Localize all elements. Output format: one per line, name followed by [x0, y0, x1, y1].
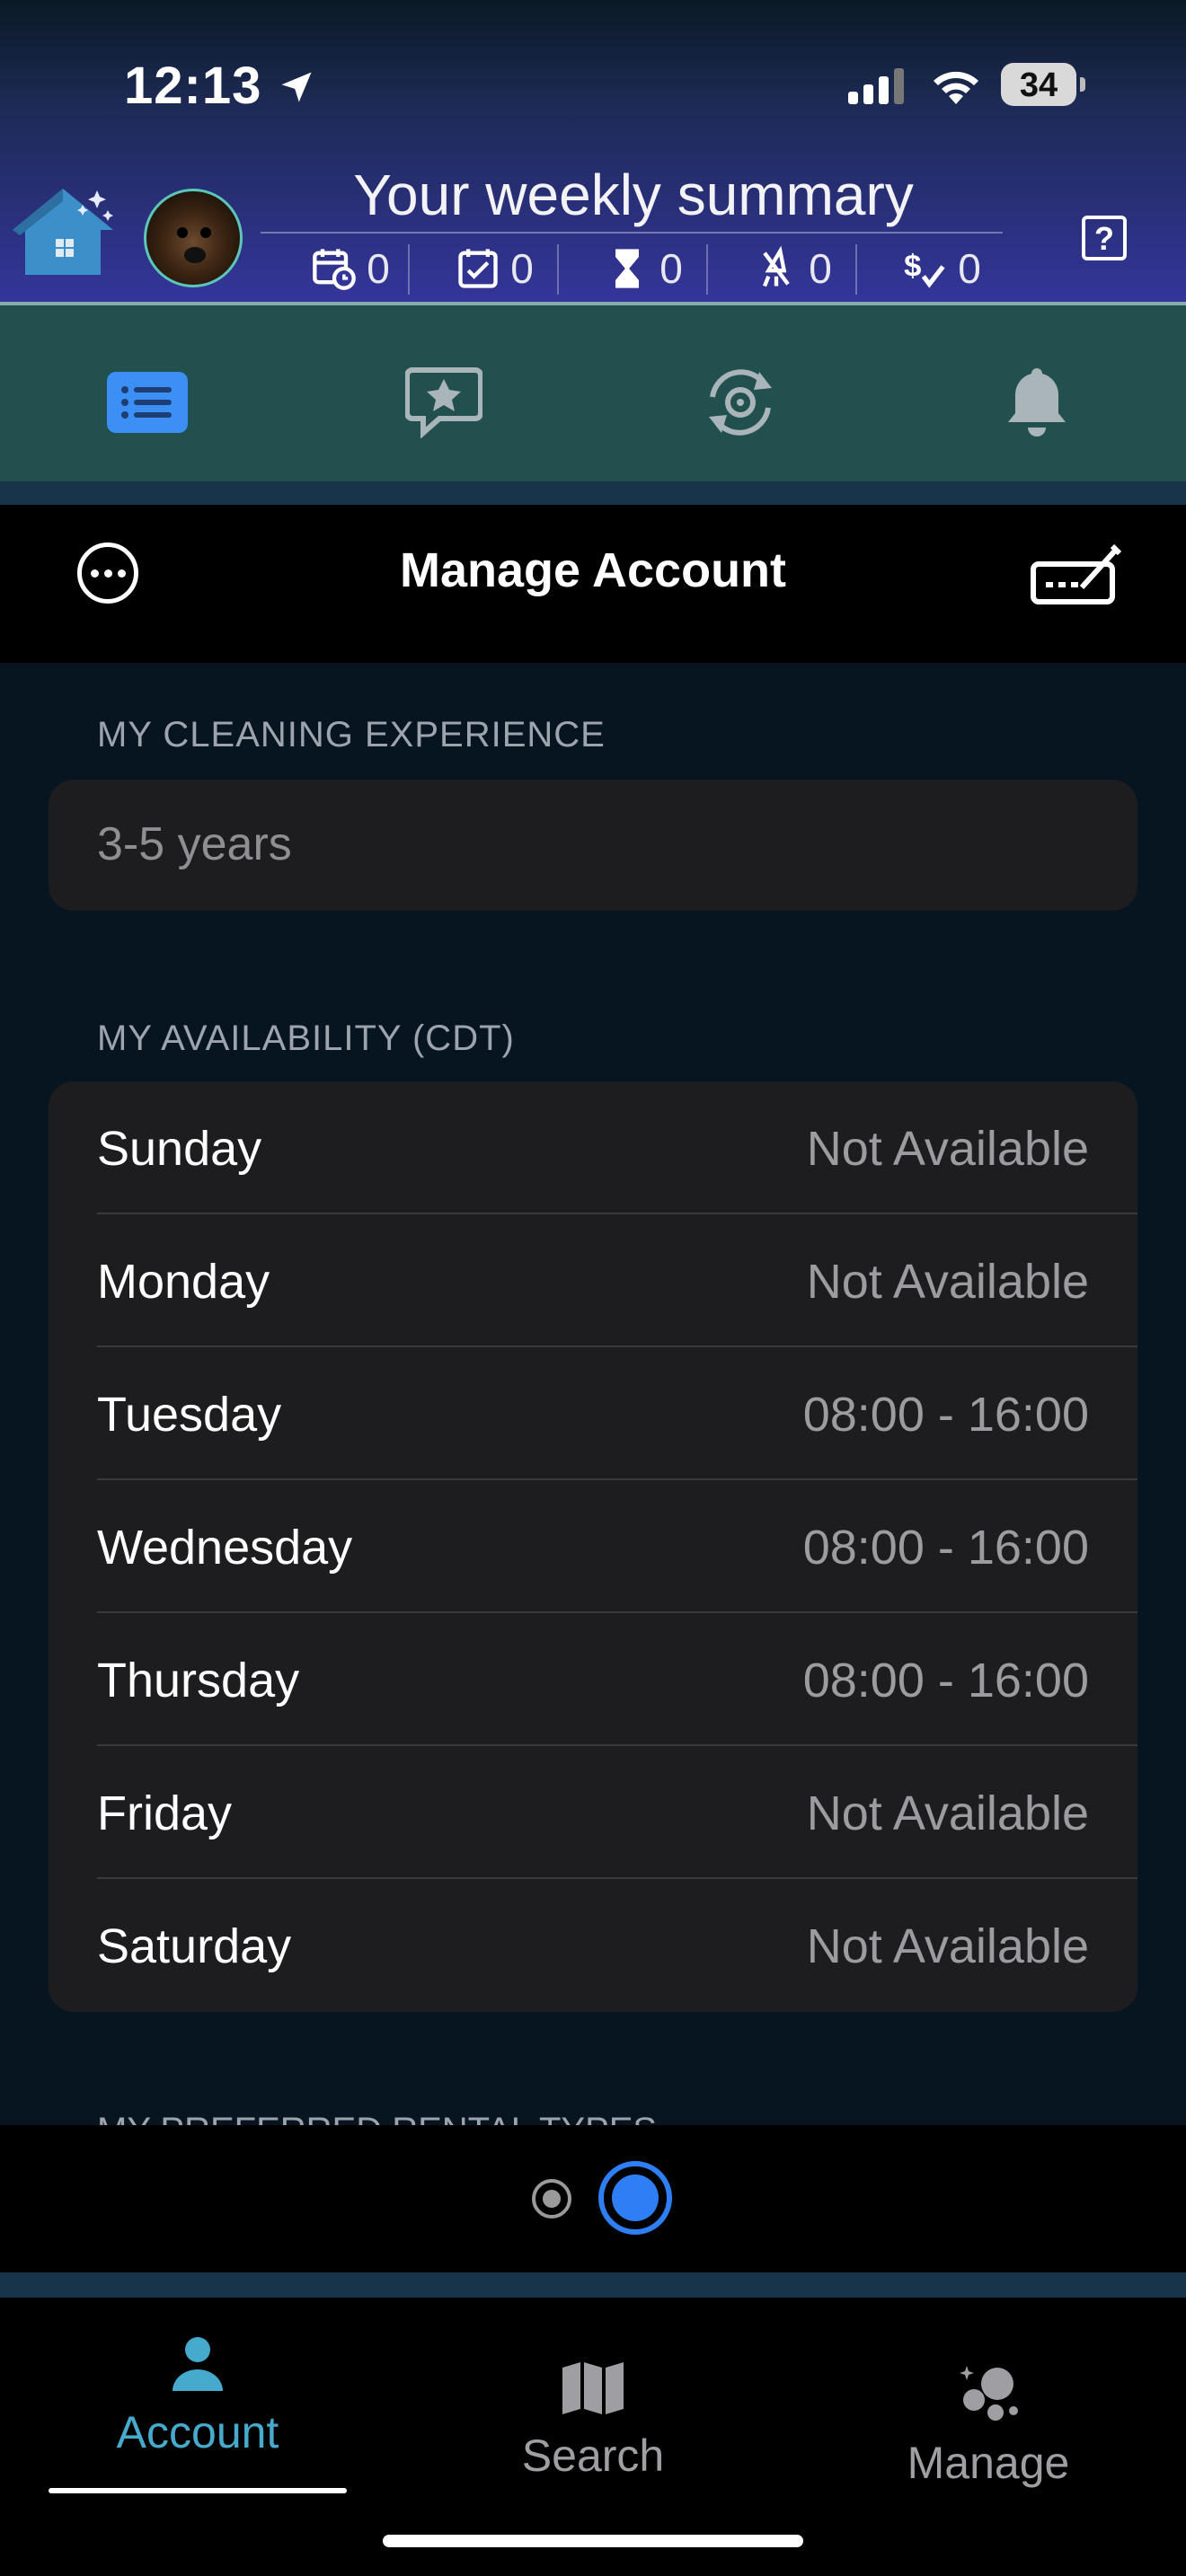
- active-tab-underline: [49, 2488, 347, 2493]
- list-item[interactable]: Tuesday 08:00 - 16:00: [49, 1347, 1137, 1480]
- calendar-check-icon: [458, 249, 498, 288]
- divider: [261, 232, 1003, 234]
- person-icon: [173, 2337, 223, 2391]
- hourglass-icon: [615, 249, 640, 288]
- svg-text:$: $: [904, 250, 921, 284]
- stat-paid: $ 0: [879, 243, 1005, 295]
- avatar[interactable]: [144, 189, 243, 287]
- stat-pending: 0: [580, 243, 706, 295]
- list-item[interactable]: Wednesday 08:00 - 16:00: [49, 1480, 1137, 1613]
- weekly-summary-title: Your weekly summary: [353, 163, 914, 227]
- calendar-clock-icon: [313, 249, 357, 290]
- stat-completed: 0: [431, 243, 557, 295]
- map-icon: [562, 2362, 624, 2414]
- dollar-check-icon: $: [904, 250, 945, 288]
- location-arrow-icon: [281, 72, 312, 102]
- tab-sync[interactable]: [695, 357, 785, 447]
- tab-notifications[interactable]: [992, 357, 1082, 447]
- wifi-icon: [934, 71, 978, 104]
- stat-scheduled: 0: [288, 243, 413, 295]
- list-item[interactable]: Saturday Not Available: [49, 1879, 1137, 2012]
- availability-list: Sunday Not Available Monday Not Available …: [49, 1081, 1137, 2012]
- tab-manage[interactable]: Manage: [809, 2360, 1168, 2489]
- experience-value: 3-5 years: [97, 818, 292, 870]
- battery-indicator: 34: [1001, 63, 1085, 110]
- bell-icon: [1008, 368, 1066, 437]
- list-item[interactable]: Friday Not Available: [49, 1746, 1137, 1879]
- page-dot-1[interactable]: [532, 2179, 571, 2219]
- bubbles-icon: [960, 2366, 1018, 2421]
- review-star-icon: [405, 367, 482, 438]
- tab-list[interactable]: [102, 357, 192, 447]
- list-icon: [107, 372, 188, 433]
- page-indicator: [0, 2125, 1186, 2272]
- stat-cancelled: 0: [730, 243, 855, 295]
- sync-settings-icon: [709, 369, 772, 436]
- help-button[interactable]: ?: [1082, 216, 1127, 260]
- status-time: 12:13: [124, 56, 316, 116]
- page-dot-2-active[interactable]: [598, 2161, 672, 2235]
- app-logo-house-icon: [13, 189, 113, 275]
- home-indicator: [383, 2535, 803, 2547]
- tab-account[interactable]: Account: [18, 2335, 377, 2458]
- list-item[interactable]: Monday Not Available: [49, 1214, 1137, 1347]
- tab-reviews[interactable]: [399, 357, 489, 447]
- signature-icon[interactable]: [1030, 543, 1125, 607]
- experience-label: MY CLEANING EXPERIENCE: [97, 715, 606, 754]
- availability-label: MY AVAILABILITY (CDT): [97, 1019, 515, 1058]
- cell-signal-icon: [848, 68, 904, 104]
- list-item[interactable]: Sunday Not Available: [49, 1081, 1137, 1214]
- no-cleaning-icon: [763, 245, 790, 287]
- page-title: Manage Account: [399, 543, 787, 597]
- tab-search[interactable]: Search: [413, 2360, 773, 2482]
- list-item[interactable]: Thursday 08:00 - 16:00: [49, 1613, 1137, 1746]
